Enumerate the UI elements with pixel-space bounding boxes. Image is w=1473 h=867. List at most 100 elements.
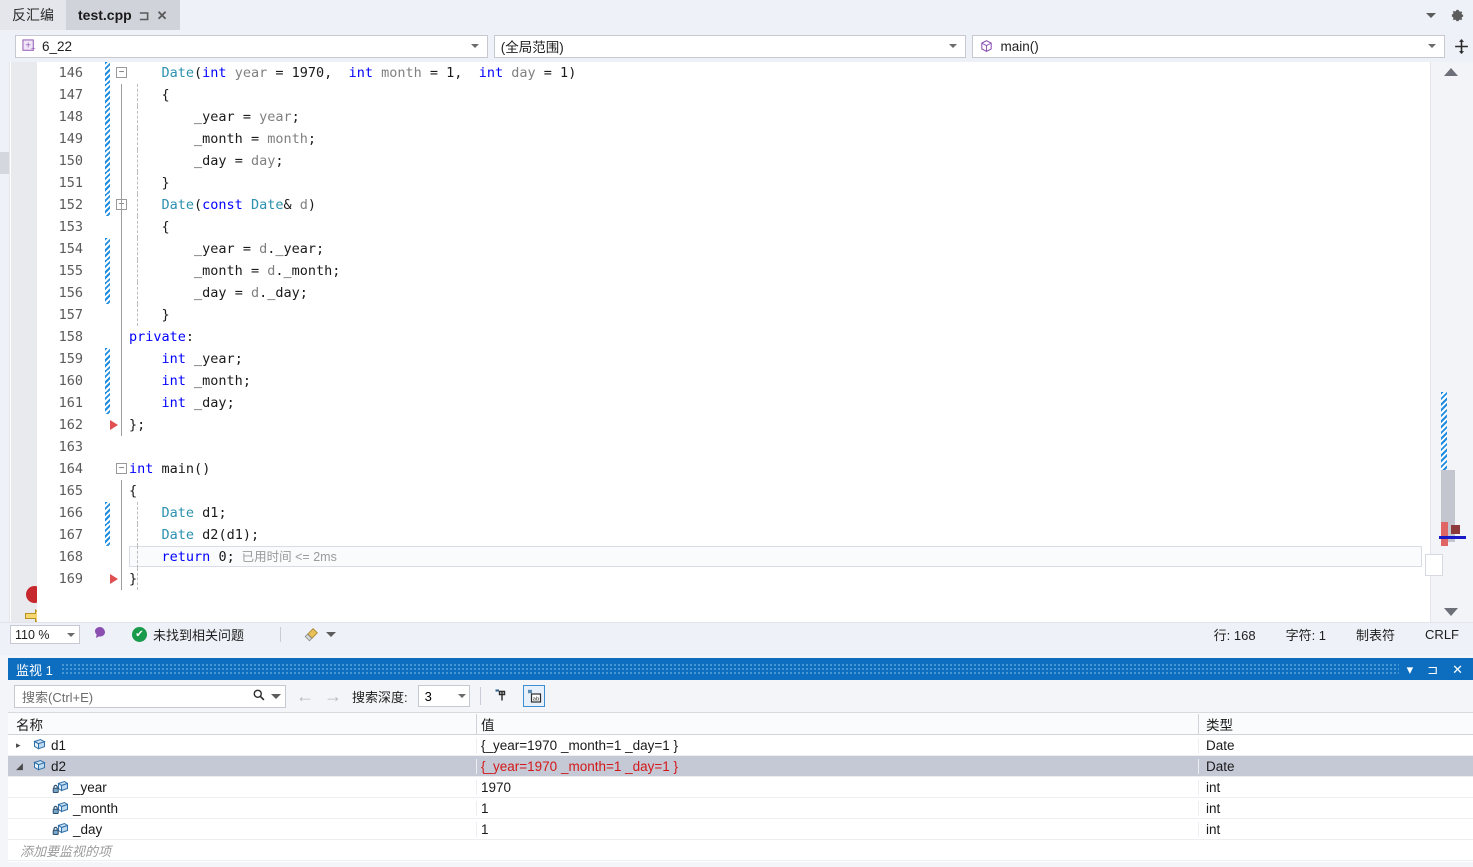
variable-name: _month [73,800,119,816]
split-view-icon[interactable] [1451,38,1471,55]
code-line[interactable]: 162}; [37,414,1430,436]
chevron-down-icon[interactable] [949,44,958,48]
row-expander-icon[interactable]: ▸ [16,740,30,751]
fold-toggle-icon[interactable]: − [116,463,127,474]
change-bar [105,194,110,216]
pin-icon[interactable]: ⊐ [1427,663,1438,676]
arrow-right-icon[interactable]: → [324,687,342,705]
code-line[interactable]: 161 int _day; [37,392,1430,414]
cell-value[interactable]: {_year=1970 _month=1 _day=1 } [476,737,1198,753]
chevron-down-icon[interactable] [470,44,479,48]
tab-disassembly[interactable]: 反汇编 [0,0,66,30]
row-expander-icon[interactable]: ◢ [16,761,30,772]
editor-splitter-handle[interactable] [0,152,9,174]
line-number: 164 [58,461,83,477]
code-line[interactable]: 147 { [37,84,1430,106]
code-line[interactable]: 164 − int main() [37,458,1430,480]
show-raw-values-icon[interactable]: ab [522,685,545,707]
code-line[interactable]: 159 int _year; [37,348,1430,370]
pin-columns-icon[interactable] [491,685,513,707]
change-bar [105,106,110,128]
cell-value[interactable]: 1970 [476,779,1198,795]
search-icon[interactable] [252,688,266,705]
code-line[interactable]: 156 _day = d._day; [37,282,1430,304]
cell-name[interactable]: ◢ d2 [8,759,476,774]
issues-status[interactable]: ✔ 未找到相关问题 [132,625,244,644]
breakpoint-gutter[interactable] [11,62,44,624]
line-number: 159 [58,351,83,367]
table-row[interactable]: _day 1 int [8,819,1473,840]
chevron-down-icon[interactable] [67,632,75,637]
code-line[interactable]: 169} [37,568,1430,590]
code-line[interactable]: 158 private: [37,326,1430,348]
column-header-name[interactable]: 名称 [8,714,476,734]
cell-value[interactable]: 1 [476,800,1198,816]
gear-icon[interactable] [1450,8,1465,23]
column-header-value[interactable]: 值 [476,713,1198,734]
chevron-down-icon[interactable] [457,694,466,698]
table-row[interactable]: _year 1970 int [8,777,1473,798]
cell-name[interactable]: _year [8,780,476,795]
code-line[interactable]: 148 _year = year; [37,106,1430,128]
code-line[interactable]: 146 − Date(int year = 1970, int month = 1… [37,62,1430,84]
editor-vertical-scrollbar[interactable] [1425,62,1473,622]
cell-value[interactable]: 1 [476,821,1198,837]
status-divider [280,627,282,642]
code-line[interactable]: 167 Date d2(d1); [37,524,1430,546]
table-row[interactable]: ◢ d2 {_year=1970 _month=1 _day=1 } Date [8,756,1473,777]
scroll-down-icon[interactable] [1444,608,1458,616]
table-row[interactable]: ▸ d1 {_year=1970 _month=1 _day=1 } Date [8,735,1473,756]
code-line[interactable]: 163 [37,436,1430,458]
code-editor[interactable]: 146 − Date(int year = 1970, int month = 1… [0,62,1473,624]
code-line[interactable]: 152− Date(const Date& d) [37,194,1430,216]
scope-dropdown-value: (全局范围) [500,40,564,55]
code-lines-container[interactable]: 146 − Date(int year = 1970, int month = 1… [37,62,1430,622]
private-field-icon [52,780,69,794]
scope-dropdown[interactable]: (全局范围) [493,34,967,58]
code-line[interactable]: 153 { [37,216,1430,238]
code-line[interactable]: 160 int _month; [37,370,1430,392]
pin-icon[interactable]: ⊐ [139,8,150,22]
tab-test-cpp[interactable]: test.cpp ⊐ ✕ [66,0,180,30]
code-cleanup-button[interactable] [303,626,337,643]
close-icon[interactable]: ✕ [1452,663,1463,676]
code-line[interactable]: 166 Date d1; [37,502,1430,524]
tabs-indicator: 制表符 [1356,628,1396,643]
watch-add-row[interactable]: 添加要监视的项 [8,840,1473,861]
search-depth-input[interactable]: 3 [417,685,470,707]
cell-name[interactable]: _day [8,822,476,837]
chevron-down-icon[interactable] [1428,44,1437,48]
watch-search-input[interactable]: 搜索(Ctrl+E) [14,684,286,708]
code-line[interactable]: 149 _month = month; [37,128,1430,150]
code-line[interactable]: 154 _year = d._year; [37,238,1430,260]
code-line[interactable]: 168 return 0; 已用时间 <= 2ms [37,546,1430,568]
code-line[interactable]: 157 } [37,304,1430,326]
scrollbar-breakpoint-marker [1441,522,1448,546]
chevron-down-icon[interactable] [326,632,337,637]
code-text: { [161,87,170,103]
arrow-left-icon[interactable]: ← [296,687,314,705]
zoom-level-dropdown[interactable]: 110 % [10,625,80,644]
cell-value[interactable]: {_year=1970 _month=1 _day=1 } [476,758,1198,774]
watch-variables-grid[interactable]: 名称 值 类型 ▸ d1 {_year=1970 _month=1 _day=1 }… [8,712,1473,862]
close-icon[interactable]: ✕ [157,9,168,22]
code-line[interactable]: 150 _day = day; [37,150,1430,172]
chevron-down-icon[interactable] [1426,12,1436,18]
cell-name[interactable]: _month [8,801,476,816]
code-line[interactable]: 165 { [37,480,1430,502]
feedback-icon[interactable] [92,625,108,644]
cell-name[interactable]: ▸ d1 [8,738,476,753]
code-text: return 0; 已用时间 <= 2ms [161,549,337,565]
chevron-down-icon[interactable]: ▾ [1407,663,1414,676]
scroll-up-icon[interactable] [1444,68,1458,76]
fold-toggle-icon[interactable]: − [116,67,127,78]
chevron-down-icon[interactable] [271,693,281,699]
object-cube-icon [30,738,46,752]
column-header-type[interactable]: 类型 [1198,713,1473,734]
project-dropdown[interactable]: + + 6_22 [15,34,488,58]
code-line[interactable]: 151 } [37,172,1430,194]
code-line[interactable]: 155 _month = d._month; [37,260,1430,282]
member-dropdown[interactable]: main() [972,34,1446,58]
table-row[interactable]: _month 1 int [8,798,1473,819]
cell-type: int [1198,800,1473,816]
